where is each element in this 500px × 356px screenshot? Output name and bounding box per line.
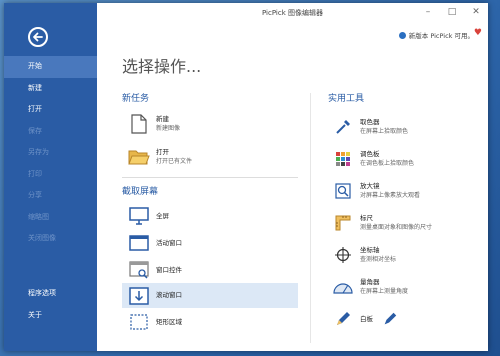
section-divider — [122, 177, 298, 178]
tool-protractor-desc: 在屏幕上测量角度 — [360, 288, 409, 295]
capture-active-window-label: 活动窗口 — [156, 238, 182, 247]
tool-magnifier-label: 放大镜 — [360, 182, 380, 190]
info-icon — [398, 31, 406, 39]
sidebar-item-open[interactable]: 打开 — [4, 99, 97, 121]
sidebar-item-options[interactable]: 程序选项 — [4, 282, 97, 304]
palette-icon — [332, 148, 354, 170]
capture-window-control-item[interactable]: 窗口控件 — [128, 259, 298, 281]
section-tools: 实用工具 — [328, 94, 365, 104]
new-image-desc: 新建图像 — [156, 125, 181, 132]
app-window: 开始 新建 打开 保存 另存为 打印 分享 缩略图 关闭图像 程序选项 关于 P… — [4, 3, 488, 351]
tool-color-picker-desc: 在屏幕上拾取颜色 — [360, 128, 409, 135]
tool-protractor-item[interactable]: 量角器 在屏幕上测量角度 — [332, 276, 408, 298]
open-file-item[interactable]: 打开 打开已有文件 — [128, 146, 192, 168]
section-capture: 截取屏幕 — [122, 187, 159, 197]
rectangle-region-icon — [128, 311, 150, 333]
tool-color-picker-item[interactable]: 取色器 在屏幕上拾取颜色 — [332, 116, 408, 138]
tool-magnifier-desc: 对屏幕上像素放大观看 — [360, 192, 421, 199]
eyedropper-icon — [332, 116, 354, 138]
tool-ruler-label: 标尺 — [360, 214, 373, 222]
scroll-window-icon — [128, 285, 150, 307]
open-file-desc: 打开已有文件 — [156, 158, 193, 165]
sidebar-item-new[interactable]: 新建 — [4, 78, 97, 100]
new-image-label: 新建 — [156, 115, 169, 123]
tool-palette-label: 调色板 — [360, 150, 380, 158]
crosshair-icon — [332, 244, 354, 266]
sidebar-item-close-image: 关闭图像 — [28, 234, 56, 242]
pen-icon — [332, 308, 354, 330]
monitor-icon — [128, 205, 150, 227]
sidebar-item-save-as: 另存为 — [28, 148, 49, 156]
update-notice-text: 新版本 PicPick 可用。 — [408, 32, 474, 40]
heart-icon[interactable]: ♥ — [474, 28, 482, 38]
page-heading: 选择操作... — [122, 57, 202, 76]
back-button[interactable] — [28, 27, 48, 47]
tool-whiteboard-item[interactable]: 白板 — [332, 308, 401, 330]
window-icon — [128, 232, 150, 254]
tool-crosshair-label: 坐标轴 — [360, 246, 380, 254]
sidebar-item-print: 打印 — [28, 169, 42, 178]
sidebar-bottom: 程序选项 关于 — [4, 282, 97, 326]
update-notice[interactable]: 新版本 PicPick 可用。 — [398, 30, 474, 40]
close-button[interactable]: ✕ — [470, 7, 482, 17]
tool-ruler-item[interactable]: 标尺 测量桌面对象和图像的尺寸 — [332, 212, 432, 234]
section-new-task: 新任务 — [122, 94, 150, 104]
capture-rectangle-label: 矩形区域 — [156, 317, 182, 326]
tool-protractor-label: 量角器 — [360, 278, 380, 286]
backstage-sidebar: 开始 新建 打开 保存 另存为 打印 分享 缩略图 关闭图像 程序选项 关于 — [4, 3, 97, 351]
sidebar-item-start[interactable]: 开始 — [4, 56, 97, 78]
capture-scroll-window-item[interactable]: 滚动窗口 — [122, 283, 298, 308]
sidebar-item-thumbnails: 缩略图 — [28, 212, 49, 221]
capture-fullscreen-label: 全屏 — [156, 211, 169, 220]
open-file-label: 打开 — [156, 148, 169, 156]
minimize-button[interactable]: – — [422, 7, 434, 17]
capture-window-control-label: 窗口控件 — [156, 265, 182, 274]
maximize-button[interactable]: □ — [446, 7, 458, 17]
capture-scroll-window-label: 滚动窗口 — [156, 291, 182, 299]
sidebar-item-save: 保存 — [28, 126, 42, 135]
sidebar-item-about[interactable]: 关于 — [4, 304, 97, 326]
tool-palette-item[interactable]: 调色板 在调色板上拾取颜色 — [332, 148, 414, 170]
tool-color-picker-label: 取色器 — [360, 118, 380, 126]
document-icon — [128, 113, 150, 135]
window-control-icon — [128, 259, 150, 281]
tool-whiteboard-label: 白板 — [360, 314, 373, 323]
pen-icon — [379, 308, 401, 330]
tool-crosshair-item[interactable]: 坐标轴 查测相对坐标 — [332, 244, 396, 266]
protractor-icon — [332, 276, 354, 298]
tool-magnifier-item[interactable]: 放大镜 对屏幕上像素放大观看 — [332, 180, 420, 202]
magnifier-icon — [332, 180, 354, 202]
arrow-left-icon — [33, 32, 43, 42]
folder-icon — [128, 146, 150, 168]
tool-ruler-desc: 测量桌面对象和图像的尺寸 — [360, 224, 433, 231]
capture-rectangle-item[interactable]: 矩形区域 — [128, 311, 298, 333]
capture-fullscreen-item[interactable]: 全屏 — [128, 205, 298, 227]
column-divider — [310, 93, 311, 343]
sidebar-item-share: 分享 — [28, 191, 42, 199]
sidebar-nav: 开始 新建 打开 保存 另存为 打印 分享 缩略图 关闭图像 — [4, 56, 97, 250]
ruler-icon — [332, 212, 354, 234]
tool-crosshair-desc: 查测相对坐标 — [360, 256, 397, 263]
capture-active-window-item[interactable]: 活动窗口 — [128, 232, 298, 254]
tool-palette-desc: 在调色板上拾取颜色 — [360, 160, 415, 167]
new-image-item[interactable]: 新建 新建图像 — [128, 113, 180, 135]
